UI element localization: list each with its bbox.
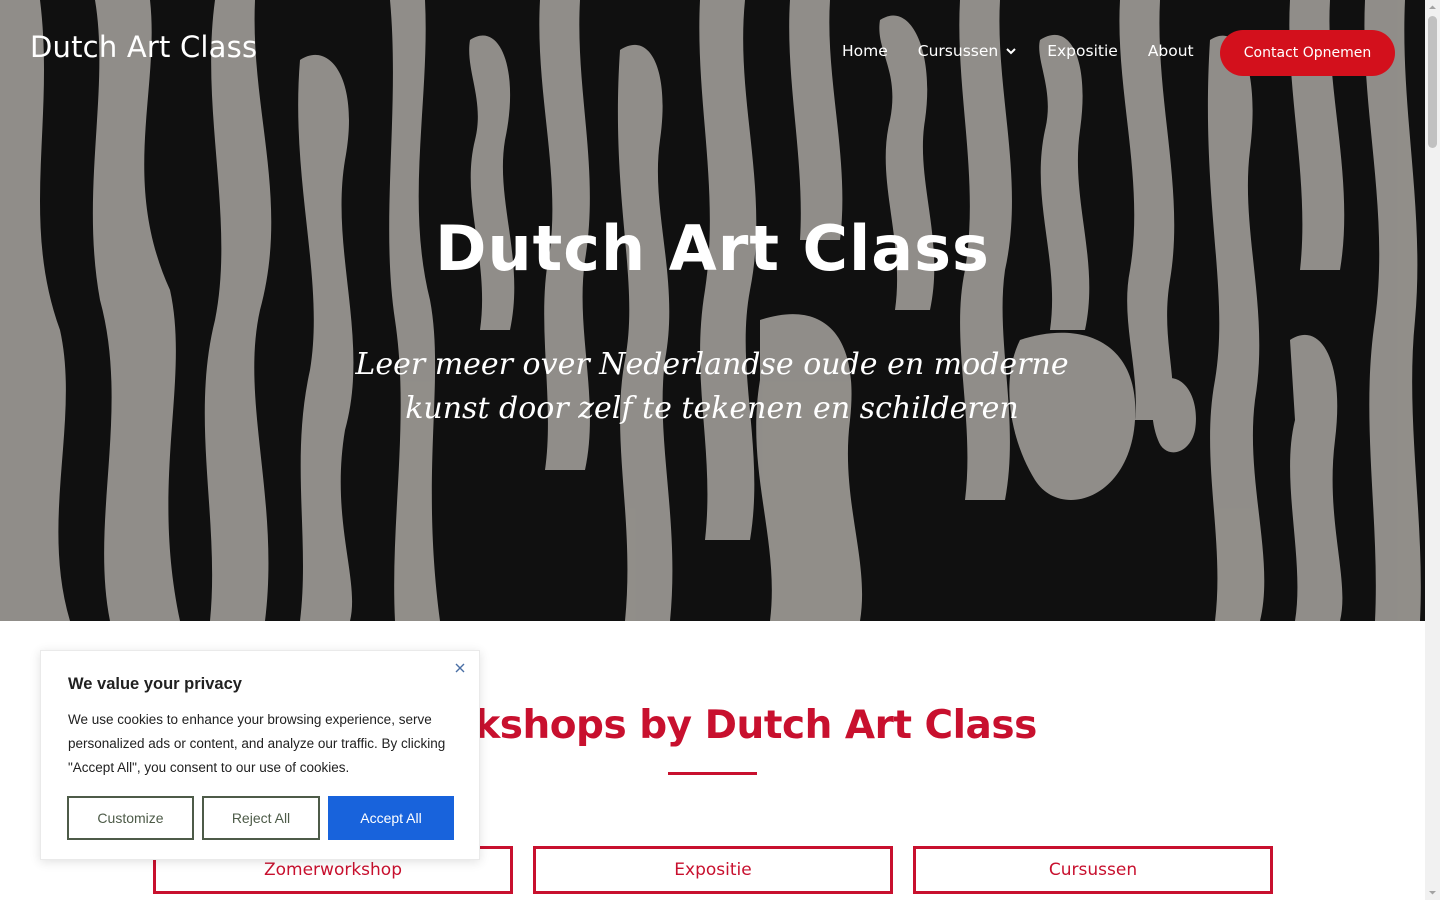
scrollbar-thumb[interactable] (1428, 16, 1437, 148)
nav-item-label: Cursussen (917, 42, 999, 60)
customize-button[interactable]: Customize (67, 796, 194, 840)
reject-all-button[interactable]: Reject All (202, 796, 320, 840)
nav-item-about[interactable]: About (1148, 42, 1194, 60)
nav-item-expositie[interactable]: Expositie (1047, 42, 1118, 60)
section-divider (668, 772, 757, 775)
cookie-description: We use cookies to enhance your browsing … (68, 712, 446, 775)
scroll-down-arrow-icon[interactable] (1428, 888, 1437, 897)
hero-section: Dutch Art Class Home Cursussen Expositie… (0, 0, 1425, 621)
scroll-up-arrow-icon[interactable] (1428, 3, 1437, 12)
hero-title: Dutch Art Class (435, 212, 990, 285)
card-cursussen[interactable]: Cursussen (913, 846, 1273, 894)
accept-all-button[interactable]: Accept All (328, 796, 454, 840)
hero-subtitle: Leer meer over Nederlandse oude en moder… (355, 347, 1069, 426)
nav-item-label: About (1147, 42, 1194, 60)
close-icon[interactable] (453, 661, 467, 675)
chevron-down-icon (1006, 48, 1016, 55)
nav-item-label: Expositie (1047, 42, 1118, 60)
site-logo[interactable]: Dutch Art Class (30, 30, 257, 64)
cookie-consent-banner: We value your privacy We use cookies to … (40, 650, 480, 860)
cookie-title: We value your privacy (68, 675, 242, 693)
hero-overlay (0, 0, 1425, 621)
nav-item-cursussen[interactable]: Cursussen (918, 42, 1017, 60)
main-nav: Home Cursussen Expositie About (842, 42, 1224, 60)
page-scrollbar[interactable] (1425, 0, 1440, 900)
card-expositie[interactable]: Expositie (533, 846, 893, 894)
contact-button[interactable]: Contact Opnemen (1220, 30, 1395, 76)
nav-item-home[interactable]: Home (842, 42, 888, 60)
nav-item-label: Home (842, 42, 888, 60)
